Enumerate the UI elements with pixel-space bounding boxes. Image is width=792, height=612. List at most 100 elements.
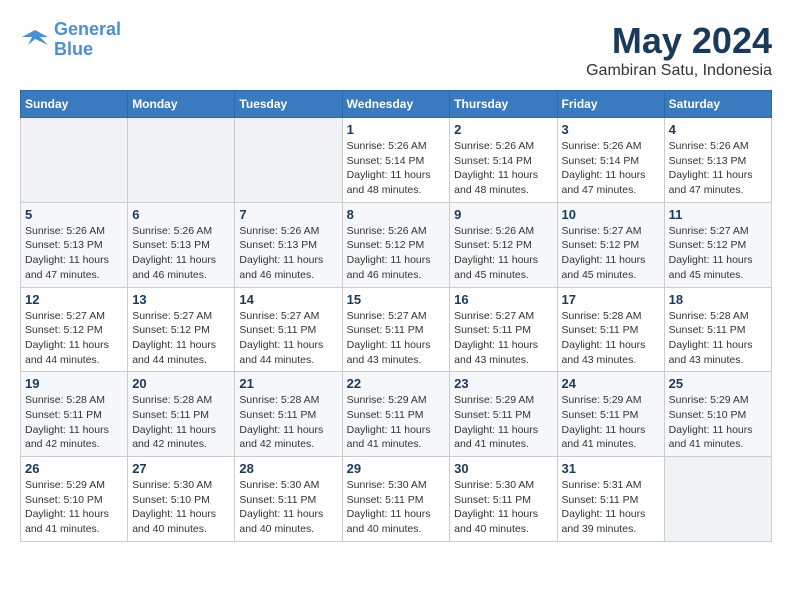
calendar-cell: 17 Sunrise: 5:28 AM Sunset: 5:11 PM Dayli…: [557, 287, 664, 372]
day-detail: Sunrise: 5:30 AM Sunset: 5:11 PM Dayligh…: [239, 478, 337, 537]
day-number: 13: [132, 292, 230, 307]
day-detail: Sunrise: 5:27 AM Sunset: 5:12 PM Dayligh…: [132, 309, 230, 368]
calendar-cell: 13 Sunrise: 5:27 AM Sunset: 5:12 PM Dayli…: [128, 287, 235, 372]
day-number: 22: [347, 376, 446, 391]
calendar-table: SundayMondayTuesdayWednesdayThursdayFrid…: [20, 90, 772, 542]
calendar-cell: 12 Sunrise: 5:27 AM Sunset: 5:12 PM Dayli…: [21, 287, 128, 372]
day-detail: Sunrise: 5:26 AM Sunset: 5:14 PM Dayligh…: [454, 139, 552, 198]
day-number: 10: [562, 207, 660, 222]
week-row-3: 12 Sunrise: 5:27 AM Sunset: 5:12 PM Dayli…: [21, 287, 772, 372]
weekday-header-saturday: Saturday: [664, 91, 771, 118]
day-detail: Sunrise: 5:29 AM Sunset: 5:10 PM Dayligh…: [669, 393, 767, 452]
day-number: 4: [669, 122, 767, 137]
month-title: May 2024: [586, 20, 772, 62]
day-number: 30: [454, 461, 552, 476]
day-number: 20: [132, 376, 230, 391]
calendar-cell: 20 Sunrise: 5:28 AM Sunset: 5:11 PM Dayli…: [128, 372, 235, 457]
calendar-cell: [21, 118, 128, 203]
day-detail: Sunrise: 5:28 AM Sunset: 5:11 PM Dayligh…: [239, 393, 337, 452]
calendar-cell: 24 Sunrise: 5:29 AM Sunset: 5:11 PM Dayli…: [557, 372, 664, 457]
day-detail: Sunrise: 5:28 AM Sunset: 5:11 PM Dayligh…: [669, 309, 767, 368]
day-number: 29: [347, 461, 446, 476]
day-number: 28: [239, 461, 337, 476]
calendar-cell: 21 Sunrise: 5:28 AM Sunset: 5:11 PM Dayli…: [235, 372, 342, 457]
calendar-cell: 27Sunrise: 5:30 AM Sunset: 5:10 PM Dayli…: [128, 457, 235, 542]
calendar-cell: [235, 118, 342, 203]
day-number: 5: [25, 207, 123, 222]
calendar-cell: 4 Sunrise: 5:26 AM Sunset: 5:13 PM Daylig…: [664, 118, 771, 203]
calendar-cell: 31Sunrise: 5:31 AM Sunset: 5:11 PM Dayli…: [557, 457, 664, 542]
day-number: 17: [562, 292, 660, 307]
day-number: 26: [25, 461, 123, 476]
day-detail: Sunrise: 5:27 AM Sunset: 5:11 PM Dayligh…: [239, 309, 337, 368]
calendar-cell: 29 Sunrise: 5:30 AM Sunset: 5:11 PM Dayli…: [342, 457, 450, 542]
day-detail: Sunrise: 5:26 AM Sunset: 5:14 PM Dayligh…: [347, 139, 446, 198]
weekday-header-thursday: Thursday: [450, 91, 557, 118]
day-number: 3: [562, 122, 660, 137]
day-detail: Sunrise: 5:28 AM Sunset: 5:11 PM Dayligh…: [25, 393, 123, 452]
day-number: 19: [25, 376, 123, 391]
calendar-cell: 22 Sunrise: 5:29 AM Sunset: 5:11 PM Dayli…: [342, 372, 450, 457]
calendar-cell: 14 Sunrise: 5:27 AM Sunset: 5:11 PM Dayli…: [235, 287, 342, 372]
header: General Blue May 2024 Gambiran Satu, Ind…: [20, 20, 772, 80]
calendar-cell: [128, 118, 235, 203]
day-number: 31: [562, 461, 660, 476]
day-detail: Sunrise: 5:26 AM Sunset: 5:14 PM Dayligh…: [562, 139, 660, 198]
weekday-header-monday: Monday: [128, 91, 235, 118]
day-detail: Sunrise: 5:27 AM Sunset: 5:11 PM Dayligh…: [454, 309, 552, 368]
calendar-cell: 5 Sunrise: 5:26 AM Sunset: 5:13 PM Daylig…: [21, 202, 128, 287]
day-number: 14: [239, 292, 337, 307]
day-number: 18: [669, 292, 767, 307]
day-number: 21: [239, 376, 337, 391]
weekday-header-sunday: Sunday: [21, 91, 128, 118]
day-detail: Sunrise: 5:29 AM Sunset: 5:10 PM Dayligh…: [25, 478, 123, 537]
day-number: 11: [669, 207, 767, 222]
calendar-cell: 11Sunrise: 5:27 AM Sunset: 5:12 PM Dayli…: [664, 202, 771, 287]
calendar-cell: 15Sunrise: 5:27 AM Sunset: 5:11 PM Dayli…: [342, 287, 450, 372]
calendar-cell: 18 Sunrise: 5:28 AM Sunset: 5:11 PM Dayli…: [664, 287, 771, 372]
day-detail: Sunrise: 5:26 AM Sunset: 5:13 PM Dayligh…: [669, 139, 767, 198]
title-area: May 2024 Gambiran Satu, Indonesia: [586, 20, 772, 80]
day-number: 2: [454, 122, 552, 137]
calendar-cell: 30 Sunrise: 5:30 AM Sunset: 5:11 PM Dayli…: [450, 457, 557, 542]
day-number: 23: [454, 376, 552, 391]
calendar-cell: 23 Sunrise: 5:29 AM Sunset: 5:11 PM Dayli…: [450, 372, 557, 457]
day-detail: Sunrise: 5:28 AM Sunset: 5:11 PM Dayligh…: [132, 393, 230, 452]
logo: General Blue: [20, 20, 121, 60]
location-title: Gambiran Satu, Indonesia: [586, 62, 772, 80]
day-number: 12: [25, 292, 123, 307]
day-number: 8: [347, 207, 446, 222]
day-detail: Sunrise: 5:26 AM Sunset: 5:13 PM Dayligh…: [132, 224, 230, 283]
week-row-2: 5 Sunrise: 5:26 AM Sunset: 5:13 PM Daylig…: [21, 202, 772, 287]
day-detail: Sunrise: 5:29 AM Sunset: 5:11 PM Dayligh…: [347, 393, 446, 452]
calendar-cell: 2 Sunrise: 5:26 AM Sunset: 5:14 PM Daylig…: [450, 118, 557, 203]
calendar-cell: 6Sunrise: 5:26 AM Sunset: 5:13 PM Daylig…: [128, 202, 235, 287]
week-row-5: 26 Sunrise: 5:29 AM Sunset: 5:10 PM Dayli…: [21, 457, 772, 542]
day-detail: Sunrise: 5:30 AM Sunset: 5:11 PM Dayligh…: [454, 478, 552, 537]
day-number: 9: [454, 207, 552, 222]
day-detail: Sunrise: 5:29 AM Sunset: 5:11 PM Dayligh…: [562, 393, 660, 452]
calendar-cell: 1 Sunrise: 5:26 AM Sunset: 5:14 PM Daylig…: [342, 118, 450, 203]
day-number: 24: [562, 376, 660, 391]
day-detail: Sunrise: 5:29 AM Sunset: 5:11 PM Dayligh…: [454, 393, 552, 452]
weekday-header-friday: Friday: [557, 91, 664, 118]
calendar-cell: [664, 457, 771, 542]
week-row-1: 1 Sunrise: 5:26 AM Sunset: 5:14 PM Daylig…: [21, 118, 772, 203]
day-detail: Sunrise: 5:28 AM Sunset: 5:11 PM Dayligh…: [562, 309, 660, 368]
calendar-cell: 26 Sunrise: 5:29 AM Sunset: 5:10 PM Dayli…: [21, 457, 128, 542]
day-number: 1: [347, 122, 446, 137]
logo-line1: General: [54, 19, 121, 39]
day-detail: Sunrise: 5:27 AM Sunset: 5:12 PM Dayligh…: [562, 224, 660, 283]
weekday-header-wednesday: Wednesday: [342, 91, 450, 118]
day-number: 16: [454, 292, 552, 307]
day-detail: Sunrise: 5:26 AM Sunset: 5:13 PM Dayligh…: [25, 224, 123, 283]
logo-line2: Blue: [54, 39, 93, 59]
calendar-cell: 19 Sunrise: 5:28 AM Sunset: 5:11 PM Dayli…: [21, 372, 128, 457]
calendar-cell: 10 Sunrise: 5:27 AM Sunset: 5:12 PM Dayli…: [557, 202, 664, 287]
weekday-header-row: SundayMondayTuesdayWednesdayThursdayFrid…: [21, 91, 772, 118]
day-detail: Sunrise: 5:27 AM Sunset: 5:12 PM Dayligh…: [25, 309, 123, 368]
day-detail: Sunrise: 5:30 AM Sunset: 5:11 PM Dayligh…: [347, 478, 446, 537]
day-number: 27: [132, 461, 230, 476]
logo-icon: [20, 25, 50, 55]
day-number: 15: [347, 292, 446, 307]
